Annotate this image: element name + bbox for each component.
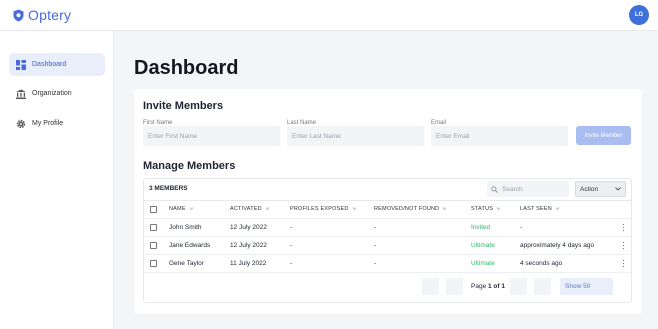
- previous-page-button[interactable]: [446, 278, 463, 295]
- member-profiles-exposed: -: [290, 224, 293, 231]
- gear-icon: [16, 119, 26, 128]
- last-name-input[interactable]: [287, 126, 424, 146]
- sort-icon: [555, 207, 560, 211]
- member-profiles-exposed: -: [290, 242, 293, 249]
- shield-logo-icon: [13, 9, 24, 21]
- sidebar-item-organization[interactable]: Organization: [9, 82, 105, 105]
- member-name: John Smith: [169, 224, 202, 231]
- page-total: 1: [501, 283, 505, 290]
- member-last-seen: approximately 4 days ago: [520, 242, 595, 249]
- kebab-menu-icon[interactable]: [622, 241, 625, 250]
- sort-icon: [496, 207, 501, 211]
- invite-members-title: Invite Members: [143, 100, 224, 112]
- search-box[interactable]: [487, 181, 569, 197]
- page-title: Dashboard: [134, 57, 239, 79]
- search-input[interactable]: [502, 185, 566, 193]
- optery-logo[interactable]: Optery: [13, 7, 71, 23]
- sidebar-item-label: Organization: [32, 90, 72, 97]
- member-name: Gene Taylor: [169, 260, 204, 267]
- member-status: Ultimate: [471, 242, 495, 249]
- sort-icon: [352, 207, 356, 211]
- manage-members-title: Manage Members: [143, 160, 236, 172]
- member-activated: 12 July 2022: [230, 224, 267, 231]
- sidebar-item-label: Dashboard: [32, 61, 67, 68]
- column-header-last-seen[interactable]: LAST SEEN: [520, 206, 560, 212]
- column-header-label: ACTIVATED: [230, 206, 262, 212]
- kebab-menu-icon[interactable]: [622, 259, 625, 268]
- member-removed: -: [374, 260, 377, 267]
- table-row[interactable]: Jane Edwards 12 July 2022 - - Ultimate a…: [144, 236, 631, 254]
- table-row[interactable]: Gene Taylor 11 July 2022 - - Ultimate 4 …: [144, 254, 631, 272]
- members-card: Invite Members First Name Last Name Emai…: [134, 89, 642, 314]
- members-count: 3 MEMBERS: [149, 185, 188, 192]
- page-prefix: Page: [471, 283, 488, 290]
- column-header-activated[interactable]: ACTIVATED: [230, 206, 270, 212]
- chevron-down-icon: [615, 187, 621, 191]
- sort-icon: [265, 207, 270, 211]
- first-name-input[interactable]: [143, 126, 280, 146]
- sort-icon: [189, 207, 193, 211]
- member-name: Jane Edwards: [169, 242, 211, 249]
- page-of: of: [491, 283, 502, 290]
- search-icon: [491, 185, 498, 193]
- page-size-select[interactable]: Show 50: [560, 278, 613, 295]
- table-divider: [144, 272, 631, 273]
- last-page-button[interactable]: [534, 278, 551, 295]
- user-avatar[interactable]: LG: [629, 5, 649, 25]
- row-checkbox[interactable]: [150, 260, 157, 267]
- sidebar-item-my-profile[interactable]: My Profile: [9, 112, 105, 135]
- app-name: Optery: [28, 7, 72, 23]
- first-page-button[interactable]: [422, 278, 439, 295]
- member-profiles-exposed: -: [290, 260, 293, 267]
- column-header-removed[interactable]: REMOVED/NOT FOUND: [374, 206, 447, 212]
- select-all-checkbox[interactable]: [150, 206, 157, 213]
- member-status: Invited: [471, 224, 491, 231]
- row-checkbox[interactable]: [150, 242, 157, 249]
- page-indicator: Page 1 of 1: [471, 283, 505, 290]
- sidebar-item-label: My Profile: [32, 120, 64, 127]
- column-header-label: LAST SEEN: [520, 206, 552, 212]
- table-header-row: NAME ACTIVATED PROFILES EXPOSED REMOVED/…: [144, 200, 631, 218]
- member-last-seen: 4 seconds ago: [520, 260, 563, 267]
- member-last-seen: -: [520, 224, 523, 231]
- sort-icon: [443, 207, 447, 211]
- member-activated: 11 July 2022: [230, 260, 267, 267]
- column-header-label: PROFILES EXPOSED: [290, 206, 349, 212]
- dashboard-icon: [16, 59, 26, 70]
- member-removed: -: [374, 242, 377, 249]
- sidebar-item-dashboard[interactable]: Dashboard: [9, 53, 105, 76]
- member-activated: 12 July 2022: [230, 242, 267, 249]
- column-header-label: REMOVED/NOT FOUND: [374, 206, 440, 212]
- action-dropdown-label: Action: [580, 185, 599, 193]
- column-header-status[interactable]: STATUS: [471, 206, 501, 212]
- member-removed: -: [374, 224, 377, 231]
- column-header-label: NAME: [169, 206, 186, 212]
- sidebar: Dashboard Organization My Profile: [0, 31, 114, 329]
- bank-icon: [16, 89, 26, 99]
- column-header-profiles-exposed[interactable]: PROFILES EXPOSED: [290, 206, 357, 212]
- action-dropdown[interactable]: Action: [575, 181, 626, 197]
- top-bar: Optery LG: [0, 0, 658, 31]
- email-input[interactable]: [431, 126, 568, 146]
- next-page-button[interactable]: [510, 278, 527, 295]
- table-row[interactable]: John Smith 12 July 2022 - - Invited -: [144, 218, 631, 236]
- row-checkbox[interactable]: [150, 224, 157, 231]
- column-header-name[interactable]: NAME: [169, 206, 194, 212]
- kebab-menu-icon[interactable]: [622, 223, 625, 232]
- column-header-label: STATUS: [471, 206, 494, 212]
- invite-member-button[interactable]: Invite Member: [576, 126, 631, 145]
- member-status: Ultimate: [471, 260, 495, 267]
